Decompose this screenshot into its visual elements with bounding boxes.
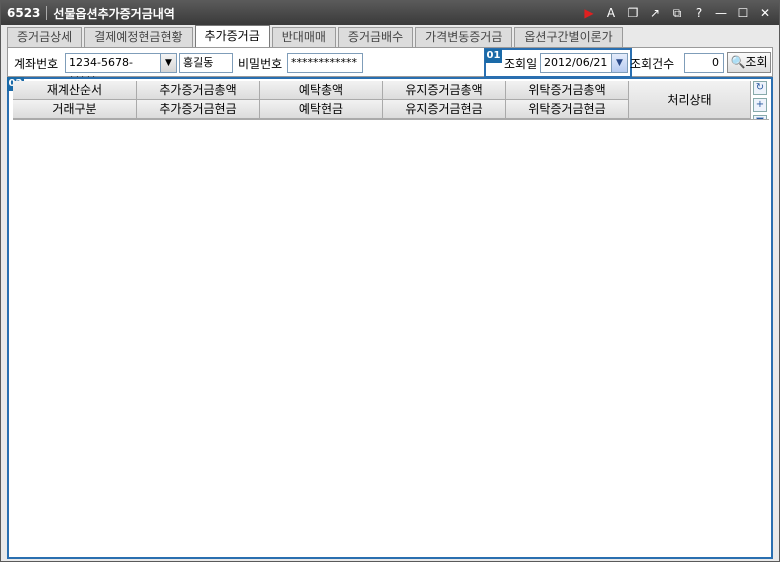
results-grid-panel: 02 재계산순서 추가증거금총액 예탁총액 유지증거금총액 위탁증거금총액 처리… [7, 77, 773, 559]
header-deposit-cash[interactable]: 예탁현금 [260, 100, 383, 119]
add-icon[interactable]: + [753, 98, 767, 112]
header-additional-margin-total[interactable]: 추가증거금총액 [137, 81, 260, 100]
date-picker-button[interactable]: ▼ [611, 53, 628, 73]
magnifier-icon: 🔍 [730, 55, 746, 69]
tab-price-change-margin[interactable]: 가격변동증거금 [415, 27, 513, 47]
account-input[interactable]: 1234-5678-***** [65, 53, 161, 87]
header-process-status[interactable]: 처리상태 [629, 81, 751, 119]
holder-name-field: 홍길동 [179, 53, 233, 73]
help-icon[interactable]: ? [691, 5, 707, 21]
maximize-icon[interactable]: ☐ [735, 5, 751, 21]
search-button[interactable]: 🔍조회 [727, 52, 771, 73]
pin-icon[interactable]: ↗ [647, 5, 663, 21]
close-icon[interactable]: ✕ [757, 5, 773, 21]
header-recalc-order[interactable]: 재계산순서 [13, 81, 137, 100]
header-maintenance-margin-cash[interactable]: 유지증거금현금 [383, 100, 506, 119]
window-title: 선물옵션추가증거금내역 [53, 6, 175, 21]
date-section: 01 조회일 2012/06/21 ▼ [484, 48, 632, 78]
header-consignment-margin-cash[interactable]: 위탁증거금현금 [506, 100, 629, 119]
font-icon[interactable]: A [603, 5, 619, 21]
header-consignment-margin-total[interactable]: 위탁증거금총액 [506, 81, 629, 100]
date-input[interactable]: 2012/06/21 [540, 53, 612, 73]
password-input[interactable]: ************ [287, 53, 363, 73]
grid-body[interactable] [13, 119, 769, 555]
header-deposit-total[interactable]: 예탁총액 [260, 81, 383, 100]
play-icon[interactable]: ▶ [581, 5, 597, 21]
section-badge-01: 01 [485, 49, 502, 63]
tab-option-theoretical-price[interactable]: 옵션구간별이론가 [514, 27, 623, 47]
screen-code: 6523 [7, 6, 41, 20]
search-bar: 계좌번호 1234-5678-***** ▼ 홍길동 비밀번호 ********… [7, 47, 773, 87]
tab-margin-multiple[interactable]: 증거금배수 [337, 27, 414, 47]
count-field: 0 [684, 53, 724, 73]
tab-additional-margin[interactable]: 추가증거금 [194, 25, 270, 47]
copy-window-icon[interactable]: ❐ [625, 5, 641, 21]
title-bar[interactable]: 6523 선물옵션추가증거금내역 ▶ A ❐ ↗ ⧉ ? — ☐ ✕ [1, 1, 779, 25]
tab-bar: 증거금상세 결제예정현금현황 추가증거금 반대매매 증거금배수 가격변동증거금 … [7, 25, 625, 47]
header-maintenance-margin-total[interactable]: 유지증거금총액 [383, 81, 506, 100]
tab-settlement-cash[interactable]: 결제예정현금현황 [84, 27, 193, 47]
title-separator [46, 6, 48, 20]
title-icons: ▶ A ❐ ↗ ⧉ ? — ☐ ✕ [581, 5, 773, 21]
main-window: 6523 선물옵션추가증거금내역 ▶ A ❐ ↗ ⧉ ? — ☐ ✕ 증거금상세… [0, 0, 780, 562]
tab-margin-detail[interactable]: 증거금상세 [7, 27, 83, 47]
date-label: 조회일 [504, 57, 538, 71]
count-label: 조회건수 [630, 57, 675, 71]
account-dropdown-button[interactable]: ▼ [160, 53, 177, 73]
minimize-icon[interactable]: — [713, 5, 729, 21]
chevron-down-icon: ▼ [165, 58, 172, 68]
header-additional-margin-cash[interactable]: 추가증거금현금 [137, 100, 260, 119]
chevron-down-icon: ▼ [616, 58, 623, 68]
header-trade-type[interactable]: 거래구분 [13, 100, 137, 119]
refresh-icon[interactable]: ↻ [753, 81, 767, 95]
password-label: 비밀번호 [238, 57, 283, 71]
tab-reverse-trade[interactable]: 반대매매 [271, 27, 336, 47]
account-label: 계좌번호 [14, 57, 59, 71]
search-button-label: 조회 [745, 55, 768, 69]
restore-icon[interactable]: ⧉ [669, 5, 685, 21]
grid-header: 재계산순서 추가증거금총액 예탁총액 유지증거금총액 위탁증거금총액 처리상태 … [13, 81, 751, 119]
